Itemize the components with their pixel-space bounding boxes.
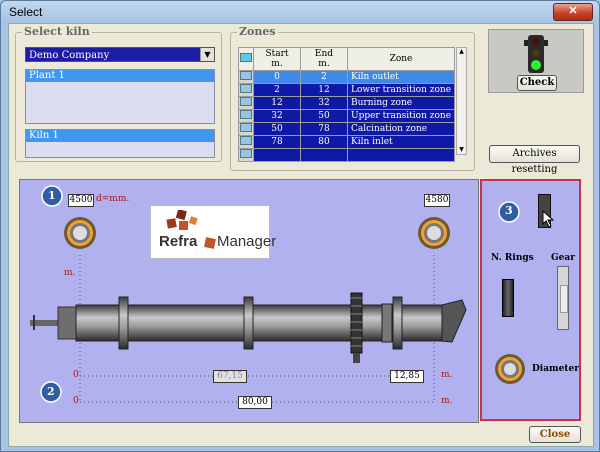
row-marker-icon: [240, 84, 252, 93]
scroll-down-icon[interactable]: ▼: [457, 146, 466, 154]
window-close-button[interactable]: ✕: [553, 3, 593, 21]
company-select[interactable]: Demo Company ▼: [25, 47, 215, 62]
row-marker-icon: [240, 123, 252, 132]
zone-header[interactable]: Zone: [347, 47, 455, 71]
distance-mid-field[interactable]: 67,15: [213, 370, 247, 383]
archives-resetting-button[interactable]: Archives resetting: [489, 145, 580, 175]
step-2-number: 2: [47, 385, 55, 398]
zero-label-upper: 0: [73, 370, 79, 380]
row-button-header: [238, 47, 254, 71]
diameter-tyre-icon[interactable]: [493, 352, 527, 386]
title-bar: Select ✕: [1, 1, 599, 23]
diameter-label: Diameter: [532, 364, 579, 374]
scroll-up-icon[interactable]: ▲: [457, 48, 466, 56]
plant-item[interactable]: Plant 1: [26, 70, 214, 82]
check-button[interactable]: Check: [517, 75, 557, 91]
zone-cell[interactable]: Burning zone: [347, 96, 455, 110]
start-cell[interactable]: 12: [253, 96, 301, 110]
kiln-diagram-panel: 1 4500 d=mm. 4580 Refra Manager 2 m. 0 0…: [19, 179, 479, 423]
meters-label-left: m.: [64, 268, 76, 278]
select-kiln-label: Select kiln: [22, 25, 92, 38]
distance-right-field[interactable]: 12,85: [390, 370, 424, 383]
table-row[interactable]: 78 80 Kiln inlet: [238, 135, 455, 149]
row-selector[interactable]: [238, 122, 254, 136]
start-cell[interactable]: 32: [253, 109, 301, 123]
window: Select ✕ Select kiln Demo Company ▼ Plan…: [0, 0, 600, 452]
zones-header-row: Start m. End m. Zone: [238, 47, 455, 71]
end-cell[interactable]: 12: [300, 83, 348, 97]
end-cell[interactable]: 50: [300, 109, 348, 123]
table-row-empty[interactable]: [238, 148, 455, 162]
n-rings-label: N. Rings: [491, 253, 534, 263]
row-marker-icon: [240, 110, 252, 119]
row-marker-icon: [240, 136, 252, 145]
select-kiln-group: Select kiln Demo Company ▼ Plant 1 Kiln …: [15, 25, 222, 162]
gear-label: Gear: [551, 253, 575, 263]
row-selector[interactable]: [238, 109, 254, 123]
meters-label-bottom: m.: [441, 396, 453, 406]
zone-cell[interactable]: Upper transition zone: [347, 109, 455, 123]
kiln-item[interactable]: Kiln 1: [26, 130, 214, 142]
end-header[interactable]: End m.: [300, 47, 348, 71]
kiln-drawing: [30, 255, 467, 403]
zones-table: Start m. End m. Zone 0 2 Kiln outlet 2 12 …: [238, 47, 455, 162]
start-cell[interactable]: 2: [253, 83, 301, 97]
select-all-icon: [240, 53, 252, 62]
zones-group: Zones Start m. End m. Zone 0 2 Kiln outlet…: [230, 25, 475, 171]
kiln-list[interactable]: Kiln 1: [25, 129, 215, 158]
gear-component-icon[interactable]: [557, 266, 569, 330]
table-row[interactable]: 2 12 Lower transition zone: [238, 83, 455, 97]
total-length-field[interactable]: 80,00: [238, 396, 272, 409]
table-row[interactable]: 0 2 Kiln outlet: [238, 70, 455, 84]
plant-list[interactable]: Plant 1: [25, 69, 215, 124]
row-selector[interactable]: [238, 148, 254, 162]
row-marker-icon: [240, 71, 252, 80]
components-panel: 3 N. Rings Gear Diameter: [480, 179, 581, 421]
chevron-down-icon[interactable]: ▼: [200, 48, 214, 61]
pointer-icon: [542, 210, 555, 228]
start-header[interactable]: Start m.: [253, 47, 301, 71]
zone-cell[interactable]: Lower transition zone: [347, 83, 455, 97]
row-marker-icon: [240, 149, 252, 158]
row-selector[interactable]: [238, 70, 254, 84]
row-selector[interactable]: [238, 135, 254, 149]
client-area: Select kiln Demo Company ▼ Plant 1 Kiln …: [8, 23, 594, 447]
start-cell[interactable]: 50: [253, 122, 301, 136]
zone-cell[interactable]: Kiln outlet: [347, 70, 455, 84]
end-cell[interactable]: 32: [300, 96, 348, 110]
table-row[interactable]: 50 78 Calcination zone: [238, 122, 455, 136]
ring-component-icon[interactable]: [502, 279, 514, 317]
zone-cell[interactable]: Kiln inlet: [347, 135, 455, 149]
status-panel: Check: [488, 29, 584, 93]
end-cell[interactable]: 80: [300, 135, 348, 149]
zones-scrollbar[interactable]: ▲ ▼: [456, 47, 467, 155]
traffic-light-icon: [524, 35, 548, 73]
start-cell[interactable]: 78: [253, 135, 301, 149]
table-row[interactable]: 12 32 Burning zone: [238, 96, 455, 110]
window-title: Select: [9, 5, 43, 19]
meters-label-right: m.: [441, 370, 453, 380]
row-selector[interactable]: [238, 96, 254, 110]
company-value: Demo Company: [29, 50, 110, 61]
end-cell[interactable]: 78: [300, 122, 348, 136]
end-cell[interactable]: 2: [300, 70, 348, 84]
table-row[interactable]: 32 50 Upper transition zone: [238, 109, 455, 123]
close-button[interactable]: Close: [529, 426, 581, 443]
zone-cell[interactable]: Calcination zone: [347, 122, 455, 136]
step-3-number: 3: [505, 204, 513, 217]
row-selector[interactable]: [238, 83, 254, 97]
start-cell[interactable]: 0: [253, 70, 301, 84]
x-icon: ✕: [568, 5, 578, 17]
zones-label: Zones: [237, 25, 278, 38]
row-marker-icon: [240, 97, 252, 106]
zero-label-lower: 0: [73, 396, 79, 406]
